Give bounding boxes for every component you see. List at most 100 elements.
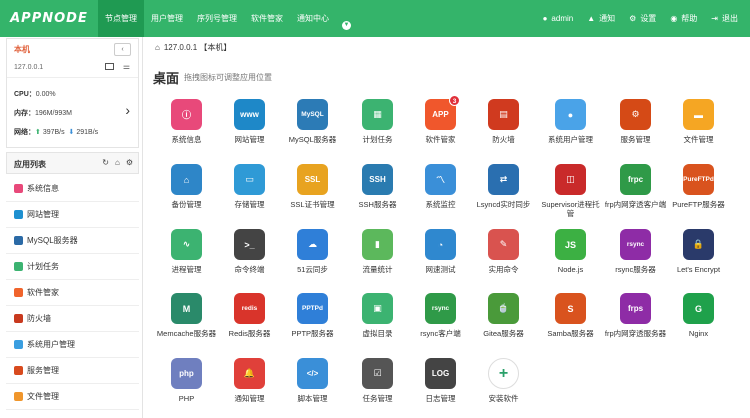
app-tile[interactable]: S Samba服务器 <box>539 293 602 338</box>
app-tile[interactable]: 〽系统监控 <box>409 164 472 209</box>
app-icon: MySQL <box>297 99 328 130</box>
app-tile[interactable]: ⚙ 服务管理 <box>604 99 667 144</box>
help-link[interactable]: ◉ 帮助 <box>670 13 697 24</box>
refresh-icon[interactable]: ↻ <box>102 158 109 167</box>
download-arrow-icon: ⬇ <box>68 129 75 136</box>
nav-node-management[interactable]: 节点管理 <box>98 0 144 37</box>
nav-user-management[interactable]: 用户管理 <box>144 0 190 37</box>
logout-link[interactable]: ⇥ 退出 <box>711 13 738 24</box>
app-tile[interactable]: rsync rsync服务器 <box>604 229 667 274</box>
sidebar-item-firewall[interactable]: 防火墙 <box>6 306 139 332</box>
app-tile[interactable]: MySQL MySQL服务器 <box>281 99 344 144</box>
sidebar-item-files[interactable]: 文件管理 <box>6 384 139 410</box>
app-icon: ▮ <box>362 229 393 260</box>
settings-link[interactable]: ⚙ 设置 <box>629 13 656 24</box>
app-icon: ▭ <box>234 164 265 195</box>
nav-serial-management[interactable]: 序列号管理 <box>190 0 244 37</box>
logout-label: 退出 <box>722 14 738 23</box>
sidebar-item-label: 服务管理 <box>27 366 59 375</box>
nav-notification-center[interactable]: 通知中心 <box>290 0 336 37</box>
app-tile[interactable]: ◔ 网速测试 <box>409 229 472 274</box>
gear-icon: ⚙ <box>629 14 637 23</box>
sidebar-item-cron[interactable]: 计划任务 <box>6 254 139 280</box>
app-label: 软件管家 <box>425 135 456 144</box>
sidebar-item-software[interactable]: 软件管家 <box>6 280 139 306</box>
logout-icon: ⇥ <box>711 14 718 23</box>
app-tile[interactable]: PPTPd PPTP服务器 <box>281 293 344 338</box>
app-tile[interactable]: JS Node.js <box>539 229 602 274</box>
app-tile[interactable]: ◫ Supervisor进程托管 <box>539 164 602 218</box>
app-tile[interactable]: ⓘ 系统信息 <box>155 99 218 144</box>
app-tile[interactable]: rsync rsync客户端 <box>409 293 472 338</box>
app-tile[interactable]: SSH SSH服务器 <box>346 164 409 209</box>
app-icon: frps <box>620 293 651 324</box>
home-icon[interactable]: ⌂ <box>155 43 160 52</box>
app-logo[interactable]: APPNODE <box>0 0 98 37</box>
app-icon: redis <box>234 293 265 324</box>
app-icon: APP 3 <box>425 95 460 130</box>
app-tile[interactable]: + 安装软件 <box>472 358 535 403</box>
app-tile[interactable]: ☁ 51云同步 <box>281 229 344 274</box>
app-tile[interactable]: ☑ 任务管理 <box>346 358 409 403</box>
nav-software-manager[interactable]: 软件管家 <box>244 0 290 37</box>
app-label: 流量统计 <box>362 265 393 274</box>
sidebar-item-system-users[interactable]: 系统用户管理 <box>6 332 139 358</box>
app-tile[interactable]: php PHP <box>155 358 218 403</box>
app-tile[interactable]: PureFTPd PureFTP服务器 <box>667 164 730 209</box>
breadcrumb: ⌂ 127.0.0.1 【本机】 <box>155 42 231 53</box>
app-tile[interactable]: redis Redis服务器 <box>218 293 281 338</box>
app-label: 服务管理 <box>620 135 651 144</box>
app-label: SSL证书管理 <box>290 200 335 209</box>
app-list-controls: ↻ ⌂ ⚙ <box>102 158 133 167</box>
notify-link[interactable]: ▲ 通知 <box>587 13 615 24</box>
app-icon: ▦ <box>362 99 393 130</box>
app-label: 网站管理 <box>234 135 265 144</box>
app-icon: php <box>171 358 202 389</box>
app-tile[interactable]: ▬ 文件管理 <box>667 99 730 144</box>
memory-stat: 内存：196M/993M <box>14 108 72 118</box>
sidebar-item-label: 计划任务 <box>27 262 59 271</box>
app-label: 防火墙 <box>492 135 515 144</box>
sidebar-item-website[interactable]: 网站管理 <box>6 202 139 228</box>
app-tile[interactable]: 🍵 Gitea服务器 <box>472 293 535 338</box>
settings-sliders-icon[interactable]: ⚌ <box>123 63 130 71</box>
app-tile[interactable]: ⌂ 备份管理 <box>155 164 218 209</box>
app-tile[interactable]: APP 3 软件管家 <box>409 95 472 144</box>
home-icon[interactable]: ⌂ <box>115 158 120 167</box>
user-menu[interactable]: ● admin <box>543 14 574 23</box>
gear-icon[interactable]: ⚙ <box>126 158 133 167</box>
app-list: 系统信息 网站管理 MySQL服务器 计划任务 软件管家 防火墙 系统用户管理 … <box>6 176 139 410</box>
app-tile[interactable]: ∿ 进程管理 <box>155 229 218 274</box>
collapse-sidebar-button[interactable]: ‹ <box>114 43 131 56</box>
app-tile[interactable]: ● 系统用户管理 <box>539 99 602 144</box>
terminal-icon[interactable] <box>105 63 114 70</box>
sidebar-item-services[interactable]: 服务管理 <box>6 358 139 384</box>
app-icon: ⇄ <box>488 164 519 195</box>
app-tile[interactable]: ✎ 实用命令 <box>472 229 535 274</box>
sidebar-item-mysql[interactable]: MySQL服务器 <box>6 228 139 254</box>
app-tile[interactable]: LOG 日志管理 <box>409 358 472 403</box>
app-tile[interactable]: frpc frp内网穿透客户端 <box>604 164 667 209</box>
app-tile[interactable]: frps frp内网穿透服务器 <box>604 293 667 338</box>
app-tile[interactable]: www 网站管理 <box>218 99 281 144</box>
app-tile[interactable]: 🔔 通知管理 <box>218 358 281 403</box>
app-tile[interactable]: >_ 命令终端 <box>218 229 281 274</box>
app-tile[interactable]: ▮ 流量统计 <box>346 229 409 274</box>
app-tile[interactable]: ▭ 存储管理 <box>218 164 281 209</box>
app-tile[interactable]: 🔒 Let's Encrypt <box>667 229 730 274</box>
app-tile[interactable]: ▣ 虚拟目录 <box>346 293 409 338</box>
app-tile[interactable]: </> 脚本管理 <box>281 358 344 403</box>
app-tile[interactable]: ▤ 防火墙 <box>472 99 535 144</box>
app-tile[interactable]: ▦ 计划任务 <box>346 99 409 144</box>
memory-label: 内存： <box>14 110 35 117</box>
chevron-right-icon[interactable]: › <box>125 102 130 118</box>
nav-more-chevron-icon[interactable]: ▼ <box>342 21 351 30</box>
app-tile[interactable]: ⇄ Lsyncd实时同步 <box>472 164 535 209</box>
app-tile[interactable]: SSL SSL证书管理 <box>281 164 344 209</box>
app-icon: ∿ <box>171 229 202 260</box>
app-tile[interactable]: M Memcache服务器 <box>155 293 218 338</box>
app-tile[interactable]: G Nginx <box>667 293 730 338</box>
breadcrumb-host[interactable]: 127.0.0.1 【本机】 <box>164 43 232 52</box>
notify-label: 通知 <box>599 14 616 23</box>
sidebar-item-system-info[interactable]: 系统信息 <box>6 176 139 202</box>
